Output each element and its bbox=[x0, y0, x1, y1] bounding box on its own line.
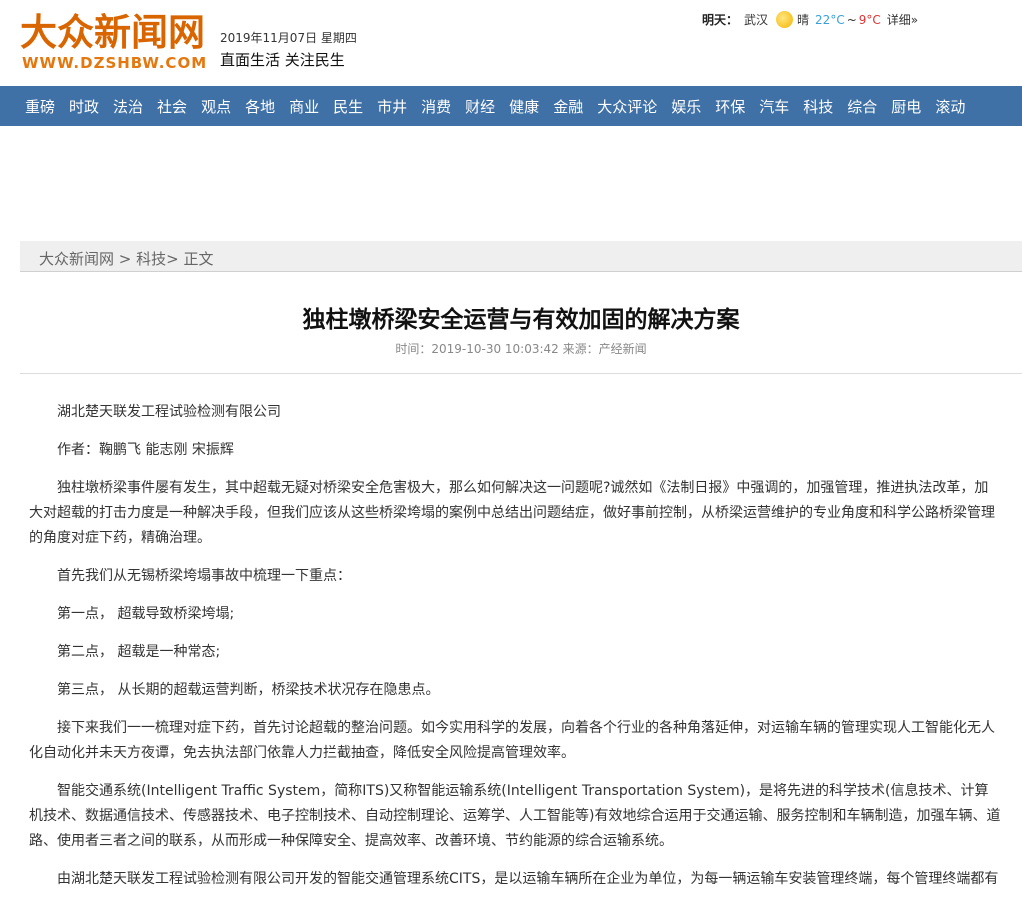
weather-low: 9°C bbox=[858, 12, 881, 27]
breadcrumb-divider bbox=[20, 271, 1022, 272]
nav-item[interactable]: 社会 bbox=[157, 96, 187, 117]
nav-item[interactable]: 民生 bbox=[333, 96, 363, 117]
article-body: 湖北楚天联发工程试验检测有限公司 作者：鞠鹏飞 能志刚 宋振辉独柱墩桥梁事件屡有发… bbox=[29, 400, 1001, 905]
article-paragraph: 接下来我们一一梳理对症下药，首先讨论超载的整治问题。如今实用科学的发展，向着各个… bbox=[29, 720, 995, 761]
nav-item[interactable]: 科技 bbox=[803, 96, 833, 117]
nav-list: 重磅 时政 法治 社会 观点 各地 商业 民生 市井 消费 财经 健康 金融 大众评论 娱乐 环保 汽车 科技 综合… bbox=[0, 86, 1022, 126]
site-logo[interactable]: 大众新闻网 bbox=[20, 10, 205, 54]
article-paragraph: 第二点， 超载是一种常态; bbox=[57, 644, 221, 660]
weather-widget: 明天： 武汉 晴 22°C ~ 9°C 详细» bbox=[702, 11, 918, 28]
nav-item[interactable]: 法治 bbox=[113, 96, 143, 117]
weather-condition: 晴 bbox=[797, 13, 810, 27]
nav-item[interactable]: 时政 bbox=[69, 96, 99, 117]
header-slogan: 直面生活 关注民生 bbox=[220, 51, 345, 69]
nav-item[interactable]: 各地 bbox=[245, 96, 275, 117]
nav-item[interactable]: 金融 bbox=[553, 96, 583, 117]
article-title: 独柱墩桥梁安全运营与有效加固的解决方案 bbox=[302, 307, 740, 333]
breadcrumb: 大众新闻网 > 科技> 正文 bbox=[20, 241, 1022, 271]
article-paragraph: 首先我们从无锡桥梁垮塌事故中梳理一下重点： bbox=[57, 568, 351, 584]
sun-icon bbox=[776, 11, 794, 28]
article-paragraph: 第一点， 超载导致桥梁垮塌; bbox=[57, 606, 235, 622]
breadcrumb-text[interactable]: 大众新闻网 > 科技> 正文 bbox=[39, 248, 213, 269]
nav-item[interactable]: 娱乐 bbox=[671, 96, 701, 117]
weather-detail-link[interactable]: 详细» bbox=[887, 11, 918, 28]
site-header: 大众新闻网 WWW.DZSHBW.COM 2019年11月07日 星期四 直面生… bbox=[0, 0, 1022, 86]
nav-item[interactable]: 综合 bbox=[847, 96, 877, 117]
nav-item[interactable]: 商业 bbox=[289, 96, 319, 117]
nav-item[interactable]: 市井 bbox=[377, 96, 407, 117]
meta-divider bbox=[20, 373, 1022, 374]
weather-separator: ~ bbox=[846, 12, 857, 27]
header-date: 2019年11月07日 星期四 bbox=[220, 31, 357, 45]
nav-item[interactable]: 重磅 bbox=[25, 96, 55, 117]
main-nav: 重磅 时政 法治 社会 观点 各地 商业 民生 市井 消费 财经 健康 金融 大众评论 娱乐 环保 汽车 科技 综合… bbox=[0, 86, 1022, 126]
article-paragraph: 由湖北楚天联发工程试验检测有限公司开发的智能交通管理系统CITS，是以运输车辆所… bbox=[57, 871, 999, 887]
nav-item[interactable]: 消费 bbox=[421, 96, 451, 117]
weather-city: 武汉 bbox=[744, 13, 769, 27]
article-paragraph: 独柱墩桥梁事件屡有发生，其中超载无疑对桥梁安全危害极大，那么如何解决这一问题呢?… bbox=[29, 480, 995, 546]
nav-item[interactable]: 滚动 bbox=[935, 96, 965, 117]
article-paragraph: 作者：鞠鹏飞 能志刚 宋振辉 bbox=[57, 442, 234, 458]
article-paragraph: 湖北楚天联发工程试验检测有限公司 bbox=[57, 404, 281, 420]
nav-item[interactable]: 财经 bbox=[465, 96, 495, 117]
nav-item[interactable]: 厨电 bbox=[891, 96, 921, 117]
nav-item[interactable]: 环保 bbox=[715, 96, 745, 117]
article-paragraph: 智能交通系统(Intelligent Traffic System，简称ITS)… bbox=[29, 783, 1001, 849]
nav-item[interactable]: 健康 bbox=[509, 96, 539, 117]
site-logo-url[interactable]: WWW.DZSHBW.COM bbox=[22, 54, 207, 72]
weather-high: 22°C bbox=[815, 12, 845, 27]
nav-item[interactable]: 汽车 bbox=[759, 96, 789, 117]
article-paragraph: 第三点， 从长期的超载运营判断，桥梁技术状况存在隐患点。 bbox=[57, 682, 440, 698]
nav-item[interactable]: 大众评论 bbox=[597, 96, 657, 117]
nav-item[interactable]: 观点 bbox=[201, 96, 231, 117]
article-meta: 时间：2019-10-30 10:03:42 来源：产经新闻 bbox=[395, 342, 647, 356]
weather-label: 明天： bbox=[702, 13, 739, 27]
